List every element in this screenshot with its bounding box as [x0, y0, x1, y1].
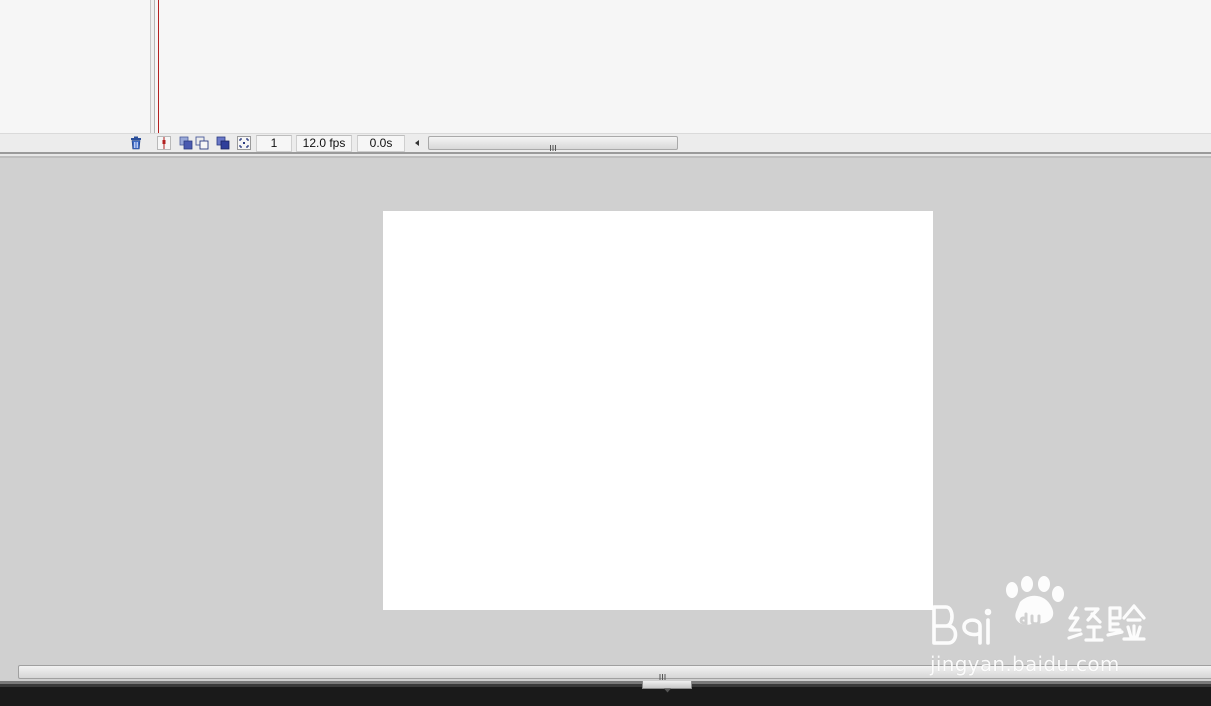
scroll-left-arrow-icon[interactable] — [412, 137, 422, 149]
timeline-status-bar: 1 12.0 fps 0.0s — [0, 133, 1211, 152]
stage-canvas[interactable] — [383, 211, 933, 610]
timeline-scrollbar-thumb[interactable] — [428, 136, 678, 151]
grip-icon — [659, 669, 666, 680]
layer-list[interactable] — [0, 0, 150, 133]
frame-rate-field[interactable]: 12.0 fps — [296, 135, 352, 152]
onion-skin-icon[interactable] — [179, 136, 193, 150]
playhead[interactable] — [158, 0, 159, 133]
edit-multiple-frames-icon[interactable] — [216, 136, 230, 150]
onion-skin-outlines-icon[interactable] — [195, 136, 209, 150]
collapse-panel-button[interactable] — [642, 681, 692, 693]
chevron-down-icon — [663, 682, 672, 693]
current-frame-field[interactable]: 1 — [256, 135, 292, 152]
watermark-url: jingyan.baidu.com — [930, 652, 1120, 676]
modify-onion-markers-icon[interactable] — [237, 136, 251, 150]
grip-icon — [550, 140, 557, 151]
timeline-panel — [0, 0, 1211, 133]
bottom-panel-bar — [0, 681, 1211, 706]
frame-area[interactable] — [155, 0, 1211, 133]
baidu-jingyan-logo — [932, 576, 1146, 645]
center-frame-icon[interactable] — [157, 136, 171, 150]
trash-icon[interactable] — [129, 136, 143, 150]
layer-frame-divider[interactable] — [150, 0, 155, 152]
baidu-jingyan-watermark: jingyan.baidu.com — [928, 572, 1188, 682]
elapsed-time-field[interactable]: 0.0s — [357, 135, 405, 152]
